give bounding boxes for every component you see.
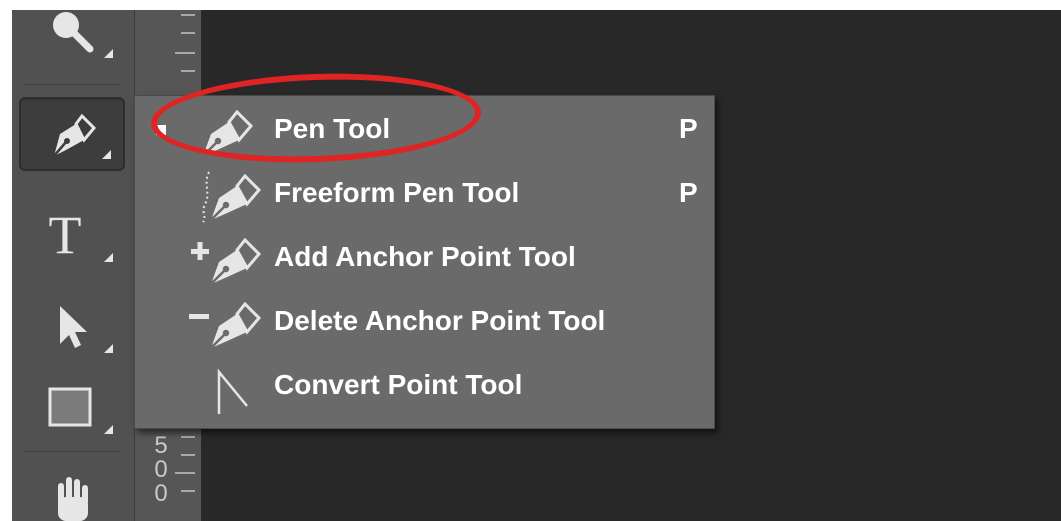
menu-item-add-anchor-point-tool[interactable]: Add Anchor Point Tool bbox=[135, 226, 714, 290]
submenu-triangle-icon bbox=[102, 150, 111, 159]
app-window: T 5 0 0 Pen Tool P Freeform Pen Tool P A… bbox=[12, 10, 1061, 521]
add-anchor-point-icon bbox=[191, 237, 262, 285]
type-tool-button[interactable]: T bbox=[19, 198, 125, 272]
submenu-triangle-icon bbox=[104, 253, 113, 262]
freeform-pen-icon bbox=[202, 171, 262, 223]
menu-item-label: Freeform Pen Tool bbox=[274, 177, 520, 208]
ruler-label-digit: 5 bbox=[154, 432, 168, 459]
menu-item-freeform-pen-tool[interactable]: Freeform Pen Tool P bbox=[135, 162, 714, 226]
ruler-tick bbox=[181, 454, 195, 456]
ruler-tick bbox=[181, 70, 195, 72]
shortcut-key: P bbox=[679, 177, 698, 208]
pen-tool-button[interactable] bbox=[19, 97, 125, 171]
toolbar-separator bbox=[24, 451, 120, 452]
ruler-tick bbox=[181, 32, 195, 34]
ruler-tick bbox=[175, 472, 195, 474]
menu-item-label: Convert Point Tool bbox=[274, 369, 523, 400]
path-selection-tool-button[interactable] bbox=[19, 289, 125, 363]
zoom-tool-button[interactable] bbox=[19, 10, 125, 68]
magnifier-icon bbox=[53, 12, 94, 53]
submenu-triangle-icon bbox=[104, 425, 113, 434]
arrow-cursor-icon bbox=[60, 306, 87, 348]
shortcut-key: P bbox=[679, 113, 698, 144]
toolbar-separator bbox=[24, 84, 120, 85]
hand-tool-button[interactable] bbox=[19, 458, 125, 521]
convert-point-icon bbox=[217, 368, 248, 414]
pen-icon bbox=[53, 113, 97, 157]
ruler-tick bbox=[175, 52, 195, 54]
ruler-tick bbox=[181, 436, 195, 438]
rectangle-tool-button[interactable] bbox=[19, 370, 125, 444]
ruler-tick bbox=[181, 14, 195, 16]
menu-item-label: Delete Anchor Point Tool bbox=[274, 305, 606, 336]
ruler-label-digit: 0 bbox=[154, 456, 168, 483]
menu-item-delete-anchor-point-tool[interactable]: Delete Anchor Point Tool bbox=[135, 290, 714, 354]
submenu-triangle-icon bbox=[104, 49, 113, 58]
ruler-label-digit: 0 bbox=[154, 480, 168, 507]
menu-item-convert-point-tool[interactable]: Convert Point Tool bbox=[135, 354, 714, 418]
rectangle-icon bbox=[48, 387, 92, 427]
type-icon: T bbox=[48, 205, 82, 265]
submenu-triangle-icon bbox=[104, 344, 113, 353]
delete-anchor-point-icon bbox=[189, 301, 262, 349]
tools-panel: T bbox=[12, 10, 135, 521]
hand-icon bbox=[58, 477, 88, 521]
menu-item-label: Add Anchor Point Tool bbox=[274, 241, 576, 272]
ruler-tick bbox=[181, 490, 195, 492]
